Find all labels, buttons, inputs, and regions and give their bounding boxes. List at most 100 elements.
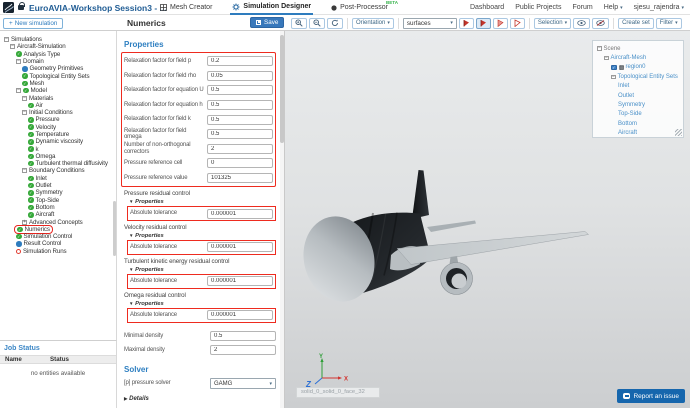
scene-item-outlet[interactable]: Outlet [595,91,681,100]
selection-button[interactable]: Selection ▾ [533,17,572,29]
velocity-residual-control-tolerance-input[interactable] [207,242,273,253]
expander-icon[interactable]: − [16,59,21,65]
nav-forum[interactable]: Forum [573,4,593,11]
expander-icon[interactable]: − [597,46,602,51]
scene-item-topological-entity-sets[interactable]: − Topological Entity Sets [595,72,681,81]
expander-icon[interactable]: − [22,110,27,116]
tree-item-initial-conditions[interactable]: − Initial Conditions [0,109,116,116]
scene-item-top-side[interactable]: Top-Side [595,110,681,119]
turbulent-kinetic-energy-residual-control-tolerance-input[interactable] [207,276,273,287]
tree-item-bottom[interactable]: ✓ Bottom [0,204,116,211]
maximal-density-input[interactable] [210,345,276,356]
scene-item-region0[interactable]: ✓ region0 [595,63,681,72]
sidebar-scrollbar[interactable] [113,201,116,256]
scene-item-symmetry[interactable]: Symmetry [595,100,681,109]
user-menu[interactable]: sjesu_rajendra ▾ [634,4,684,11]
expander-icon[interactable]: − [10,44,15,50]
new-simulation-button[interactable]: + New simulation [3,17,64,29]
relaxation-factor-for-field-k-input[interactable] [207,114,273,125]
tree-item-top-side[interactable]: ✓ Top-Side [0,197,116,204]
tree-item-pressure[interactable]: ✓ Pressure [0,116,116,123]
properties-subheading[interactable]: ▼ Properties [129,301,276,307]
expander-icon[interactable]: − [22,168,27,174]
relaxation-factor-for-field-p-input[interactable] [207,56,273,67]
pick-vertex-button[interactable] [509,17,525,29]
nav-help[interactable]: Help ▾ [604,4,623,11]
panel-scrollbar[interactable] [280,31,284,408]
expander-icon[interactable]: − [611,74,616,80]
hide-selected-button[interactable] [592,17,610,29]
nav-public-projects[interactable]: Public Projects [515,4,561,11]
relaxation-factor-for-field-rho-input[interactable] [207,70,273,81]
details-toggle[interactable]: ▶ Details [124,396,276,402]
tree-item-aircraft-simulation[interactable]: − Aircraft-Simulation [0,43,116,50]
tree-item-geometry-primitives[interactable]: Geometry Primitives [0,65,116,72]
tree-item-turbulent-thermal-diffusivity[interactable]: ✓ Turbulent thermal diffusivity [0,160,116,167]
relaxation-factor-for-equation-h-input[interactable] [207,100,273,111]
orientation-button[interactable]: Orientation ▾ [352,17,394,29]
properties-subheading[interactable]: ▼ Properties [129,267,276,273]
surfaces-select[interactable]: surfaces ▾ [402,17,457,29]
omega-residual-control-tolerance-input[interactable] [207,310,273,321]
fit-view-button[interactable] [327,17,343,29]
pressure-residual-control-tolerance-input[interactable] [207,208,273,219]
scene-item-bottom[interactable]: Bottom [595,119,681,128]
tree-item-model[interactable]: − ✓ Model [0,87,116,94]
scene-item-inlet[interactable]: Inlet [595,82,681,91]
pressure-reference-value-input[interactable] [207,173,273,184]
expander-icon[interactable]: − [16,88,21,94]
tree-item-temperature[interactable]: ✓ Temperature [0,131,116,138]
minimal-density-input[interactable] [210,330,276,341]
nav-dashboard[interactable]: Dashboard [470,4,504,11]
tree-item-domain[interactable]: − Domain [0,58,116,65]
tree-item-mesh[interactable]: ✓ Mesh [0,80,116,87]
tree-item-simulation-runs[interactable]: Simulation Runs [0,248,116,255]
tree-item-materials[interactable]: − Materials [0,94,116,102]
tree-item-inlet[interactable]: ✓ Inlet [0,175,116,182]
number-of-non-orthogonal-correctors-input[interactable] [207,143,273,154]
pick-volume-button[interactable] [475,17,491,29]
report-issue-button[interactable]: Report an issue [617,389,685,403]
tree-item-aircraft[interactable]: ✓ Aircraft [0,211,116,218]
pick-face-button[interactable] [458,17,474,29]
tab-simulation-designer[interactable]: Simulation Designer [230,0,314,15]
relaxation-factor-for-equation-u-input[interactable] [207,85,273,96]
tree-item-boundary-conditions[interactable]: − Boundary Conditions [0,167,116,174]
tab-post-processor[interactable]: Post-Processor BETA [329,0,398,15]
tree-item-numerics[interactable]: ✓ Numerics [0,224,116,234]
pick-edge-button[interactable] [492,17,508,29]
scene-item-scene[interactable]: − Scene [595,44,681,53]
zoom-in-button[interactable] [291,17,307,29]
filter-button[interactable]: Filter ▾ [655,17,682,29]
scene-item-aircraft-mesh[interactable]: − Aircraft-Mesh [595,53,681,62]
expander-icon[interactable]: − [4,37,9,43]
tree-item-air[interactable]: ✓ Air [0,102,116,109]
tree-item-omega[interactable]: ✓ Omega [0,153,116,160]
expander-icon[interactable]: − [22,95,27,101]
create-set-button[interactable]: Create set [618,17,654,29]
save-button[interactable]: Save [250,17,285,28]
viewport-3d[interactable]: − Scene − Aircraft-Mesh ✓ region0− Topological… [285,31,690,408]
resize-handle[interactable] [675,129,682,136]
tree-item-simulations[interactable]: − Simulations [0,36,116,43]
tree-item-result-control[interactable]: Result Control [0,240,116,247]
tree-item-simulation-control[interactable]: ✓ Simulation Control [0,233,116,240]
tree-item-outlet[interactable]: ✓ Outlet [0,182,116,189]
show-selected-button[interactable] [573,17,591,29]
scene-item-aircraft[interactable]: Aircraft [595,129,681,137]
properties-subheading[interactable]: ▼ Properties [129,233,276,239]
visibility-checkbox[interactable]: ✓ [611,64,617,71]
tree-item-analysis-type[interactable]: ✓ Analysis Type [0,51,116,58]
pressure-reference-cell-input[interactable] [207,158,273,169]
tree-item-symmetry[interactable]: ✓ Symmetry [0,189,116,196]
expander-icon[interactable]: − [604,55,609,61]
zoom-out-button[interactable] [309,17,325,29]
tree-item-topological-entity-sets[interactable]: ✓ Topological Entity Sets [0,72,116,80]
pressure-solver-select[interactable]: GAMG ▾ [210,378,276,390]
scrollbar-thumb[interactable] [280,35,284,143]
tree-item-velocity[interactable]: ✓ Velocity [0,124,116,131]
tree-item-dynamic-viscosity[interactable]: ✓ Dynamic viscosity [0,138,116,145]
properties-subheading[interactable]: ▼ Properties [129,199,276,205]
tab-mesh-creator[interactable]: Mesh Creator [158,0,214,15]
tree-item-k[interactable]: ✓ k [0,145,116,153]
